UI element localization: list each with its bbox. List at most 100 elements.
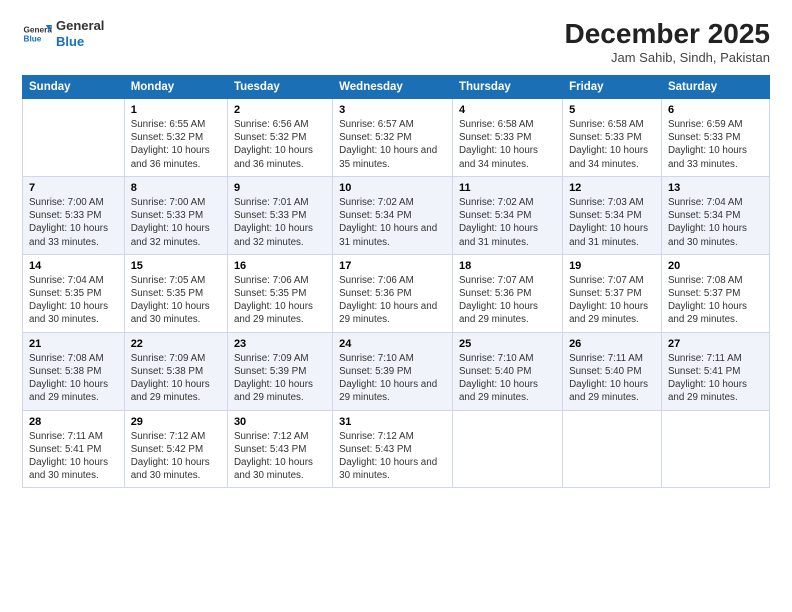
calendar-row-0: 1Sunrise: 6:55 AM Sunset: 5:32 PM Daylig… [23, 99, 770, 177]
table-cell: 8Sunrise: 7:00 AM Sunset: 5:33 PM Daylig… [124, 176, 227, 254]
day-number: 25 [459, 338, 556, 350]
day-info: Sunrise: 7:12 AM Sunset: 5:43 PM Dayligh… [234, 430, 326, 483]
table-cell: 3 Sunrise: 6:57 AM Sunset: 5:32 PM Daylig… [333, 99, 453, 177]
day-info: Sunrise: 7:04 AM Sunset: 5:34 PM Dayligh… [668, 196, 763, 249]
table-cell: 28 Sunrise: 7:11 AM Sunset: 5:41 PM Dayli… [23, 410, 125, 488]
day-number: 13 [668, 182, 763, 194]
table-cell: 23 Sunrise: 7:09 AM Sunset: 5:39 PM Dayli… [227, 332, 332, 410]
table-cell: 20Sunrise: 7:08 AM Sunset: 5:37 PM Dayli… [661, 254, 769, 332]
day-number: 30 [234, 416, 326, 428]
col-tuesday: Tuesday [227, 76, 332, 99]
day-info: Sunrise: 7:04 AM Sunset: 5:35 PM Dayligh… [29, 274, 118, 327]
day-number: 10 [339, 182, 446, 194]
header: General Blue General Blue December 2025 … [22, 18, 770, 65]
day-info: Sunrise: 6:56 AM Sunset: 5:32 PM Dayligh… [234, 118, 326, 171]
logo-general: General [56, 18, 104, 34]
day-number: 22 [131, 338, 221, 350]
table-cell: 6 Sunrise: 6:59 AM Sunset: 5:33 PM Daylig… [661, 99, 769, 177]
day-info: Sunrise: 7:11 AM Sunset: 5:41 PM Dayligh… [668, 352, 763, 405]
table-cell: 25 Sunrise: 7:10 AM Sunset: 5:40 PM Dayli… [452, 332, 562, 410]
table-cell: 17 Sunrise: 7:06 AM Sunset: 5:36 PM Dayli… [333, 254, 453, 332]
main-title: December 2025 [565, 18, 770, 50]
day-info: Sunrise: 6:59 AM Sunset: 5:33 PM Dayligh… [668, 118, 763, 171]
logo-icon: General Blue [22, 19, 52, 49]
day-number: 15 [131, 260, 221, 272]
table-cell: 24Sunrise: 7:10 AM Sunset: 5:39 PM Dayli… [333, 332, 453, 410]
day-number: 3 [339, 104, 446, 116]
day-info: Sunrise: 7:08 AM Sunset: 5:37 PM Dayligh… [668, 274, 763, 327]
day-number: 31 [339, 416, 446, 428]
day-number: 27 [668, 338, 763, 350]
table-cell: 19 Sunrise: 7:07 AM Sunset: 5:37 PM Dayli… [563, 254, 662, 332]
day-number: 23 [234, 338, 326, 350]
day-number: 28 [29, 416, 118, 428]
day-info: Sunrise: 7:07 AM Sunset: 5:37 PM Dayligh… [569, 274, 655, 327]
table-cell: 14 Sunrise: 7:04 AM Sunset: 5:35 PM Dayli… [23, 254, 125, 332]
day-number: 16 [234, 260, 326, 272]
table-cell: 29Sunrise: 7:12 AM Sunset: 5:42 PM Dayli… [124, 410, 227, 488]
day-info: Sunrise: 7:11 AM Sunset: 5:41 PM Dayligh… [29, 430, 118, 483]
day-info: Sunrise: 7:09 AM Sunset: 5:38 PM Dayligh… [131, 352, 221, 405]
day-number: 1 [131, 104, 221, 116]
table-cell: 26 Sunrise: 7:11 AM Sunset: 5:40 PM Dayli… [563, 332, 662, 410]
header-row: Sunday Monday Tuesday Wednesday Thursday… [23, 76, 770, 99]
table-cell: 5 Sunrise: 6:58 AM Sunset: 5:33 PM Daylig… [563, 99, 662, 177]
day-info: Sunrise: 7:06 AM Sunset: 5:36 PM Dayligh… [339, 274, 446, 327]
day-number: 18 [459, 260, 556, 272]
table-cell: 7 Sunrise: 7:00 AM Sunset: 5:33 PM Daylig… [23, 176, 125, 254]
table-cell: 16Sunrise: 7:06 AM Sunset: 5:35 PM Dayli… [227, 254, 332, 332]
day-number: 4 [459, 104, 556, 116]
day-info: Sunrise: 7:12 AM Sunset: 5:42 PM Dayligh… [131, 430, 221, 483]
day-info: Sunrise: 7:00 AM Sunset: 5:33 PM Dayligh… [29, 196, 118, 249]
day-info: Sunrise: 6:57 AM Sunset: 5:32 PM Dayligh… [339, 118, 446, 171]
table-cell: 15 Sunrise: 7:05 AM Sunset: 5:35 PM Dayli… [124, 254, 227, 332]
day-number: 24 [339, 338, 446, 350]
day-number: 21 [29, 338, 118, 350]
day-number: 17 [339, 260, 446, 272]
logo: General Blue General Blue [22, 18, 104, 49]
day-info: Sunrise: 7:12 AM Sunset: 5:43 PM Dayligh… [339, 430, 446, 483]
table-cell: 21Sunrise: 7:08 AM Sunset: 5:38 PM Dayli… [23, 332, 125, 410]
day-number: 19 [569, 260, 655, 272]
col-friday: Friday [563, 76, 662, 99]
table-cell [23, 99, 125, 177]
calendar-body: 1Sunrise: 6:55 AM Sunset: 5:32 PM Daylig… [23, 99, 770, 488]
day-number: 5 [569, 104, 655, 116]
col-wednesday: Wednesday [333, 76, 453, 99]
day-info: Sunrise: 7:02 AM Sunset: 5:34 PM Dayligh… [459, 196, 556, 249]
table-cell: 4Sunrise: 6:58 AM Sunset: 5:33 PM Daylig… [452, 99, 562, 177]
table-header: Sunday Monday Tuesday Wednesday Thursday… [23, 76, 770, 99]
logo-blue: Blue [56, 34, 84, 49]
day-info: Sunrise: 7:03 AM Sunset: 5:34 PM Dayligh… [569, 196, 655, 249]
day-info: Sunrise: 7:05 AM Sunset: 5:35 PM Dayligh… [131, 274, 221, 327]
day-info: Sunrise: 6:58 AM Sunset: 5:33 PM Dayligh… [569, 118, 655, 171]
table-cell: 10Sunrise: 7:02 AM Sunset: 5:34 PM Dayli… [333, 176, 453, 254]
table-cell [661, 410, 769, 488]
day-number: 6 [668, 104, 763, 116]
calendar-row-3: 21Sunrise: 7:08 AM Sunset: 5:38 PM Dayli… [23, 332, 770, 410]
table-cell: 2 Sunrise: 6:56 AM Sunset: 5:32 PM Daylig… [227, 99, 332, 177]
title-block: December 2025 Jam Sahib, Sindh, Pakistan [565, 18, 770, 65]
day-number: 2 [234, 104, 326, 116]
day-number: 7 [29, 182, 118, 194]
day-info: Sunrise: 7:09 AM Sunset: 5:39 PM Dayligh… [234, 352, 326, 405]
col-thursday: Thursday [452, 76, 562, 99]
svg-text:Blue: Blue [24, 34, 42, 43]
table-cell [563, 410, 662, 488]
subtitle: Jam Sahib, Sindh, Pakistan [565, 50, 770, 65]
day-info: Sunrise: 7:10 AM Sunset: 5:40 PM Dayligh… [459, 352, 556, 405]
table-cell: 1Sunrise: 6:55 AM Sunset: 5:32 PM Daylig… [124, 99, 227, 177]
day-info: Sunrise: 7:11 AM Sunset: 5:40 PM Dayligh… [569, 352, 655, 405]
calendar-row-1: 7 Sunrise: 7:00 AM Sunset: 5:33 PM Daylig… [23, 176, 770, 254]
calendar-row-4: 28 Sunrise: 7:11 AM Sunset: 5:41 PM Dayli… [23, 410, 770, 488]
day-number: 26 [569, 338, 655, 350]
table-cell: 18 Sunrise: 7:07 AM Sunset: 5:36 PM Dayli… [452, 254, 562, 332]
day-number: 14 [29, 260, 118, 272]
table-cell: 9Sunrise: 7:01 AM Sunset: 5:33 PM Daylig… [227, 176, 332, 254]
table-cell: 31 Sunrise: 7:12 AM Sunset: 5:43 PM Dayli… [333, 410, 453, 488]
table-cell: 11Sunrise: 7:02 AM Sunset: 5:34 PM Dayli… [452, 176, 562, 254]
calendar-table: Sunday Monday Tuesday Wednesday Thursday… [22, 75, 770, 488]
table-cell: 22 Sunrise: 7:09 AM Sunset: 5:38 PM Dayli… [124, 332, 227, 410]
day-info: Sunrise: 7:07 AM Sunset: 5:36 PM Dayligh… [459, 274, 556, 327]
table-cell: 12Sunrise: 7:03 AM Sunset: 5:34 PM Dayli… [563, 176, 662, 254]
